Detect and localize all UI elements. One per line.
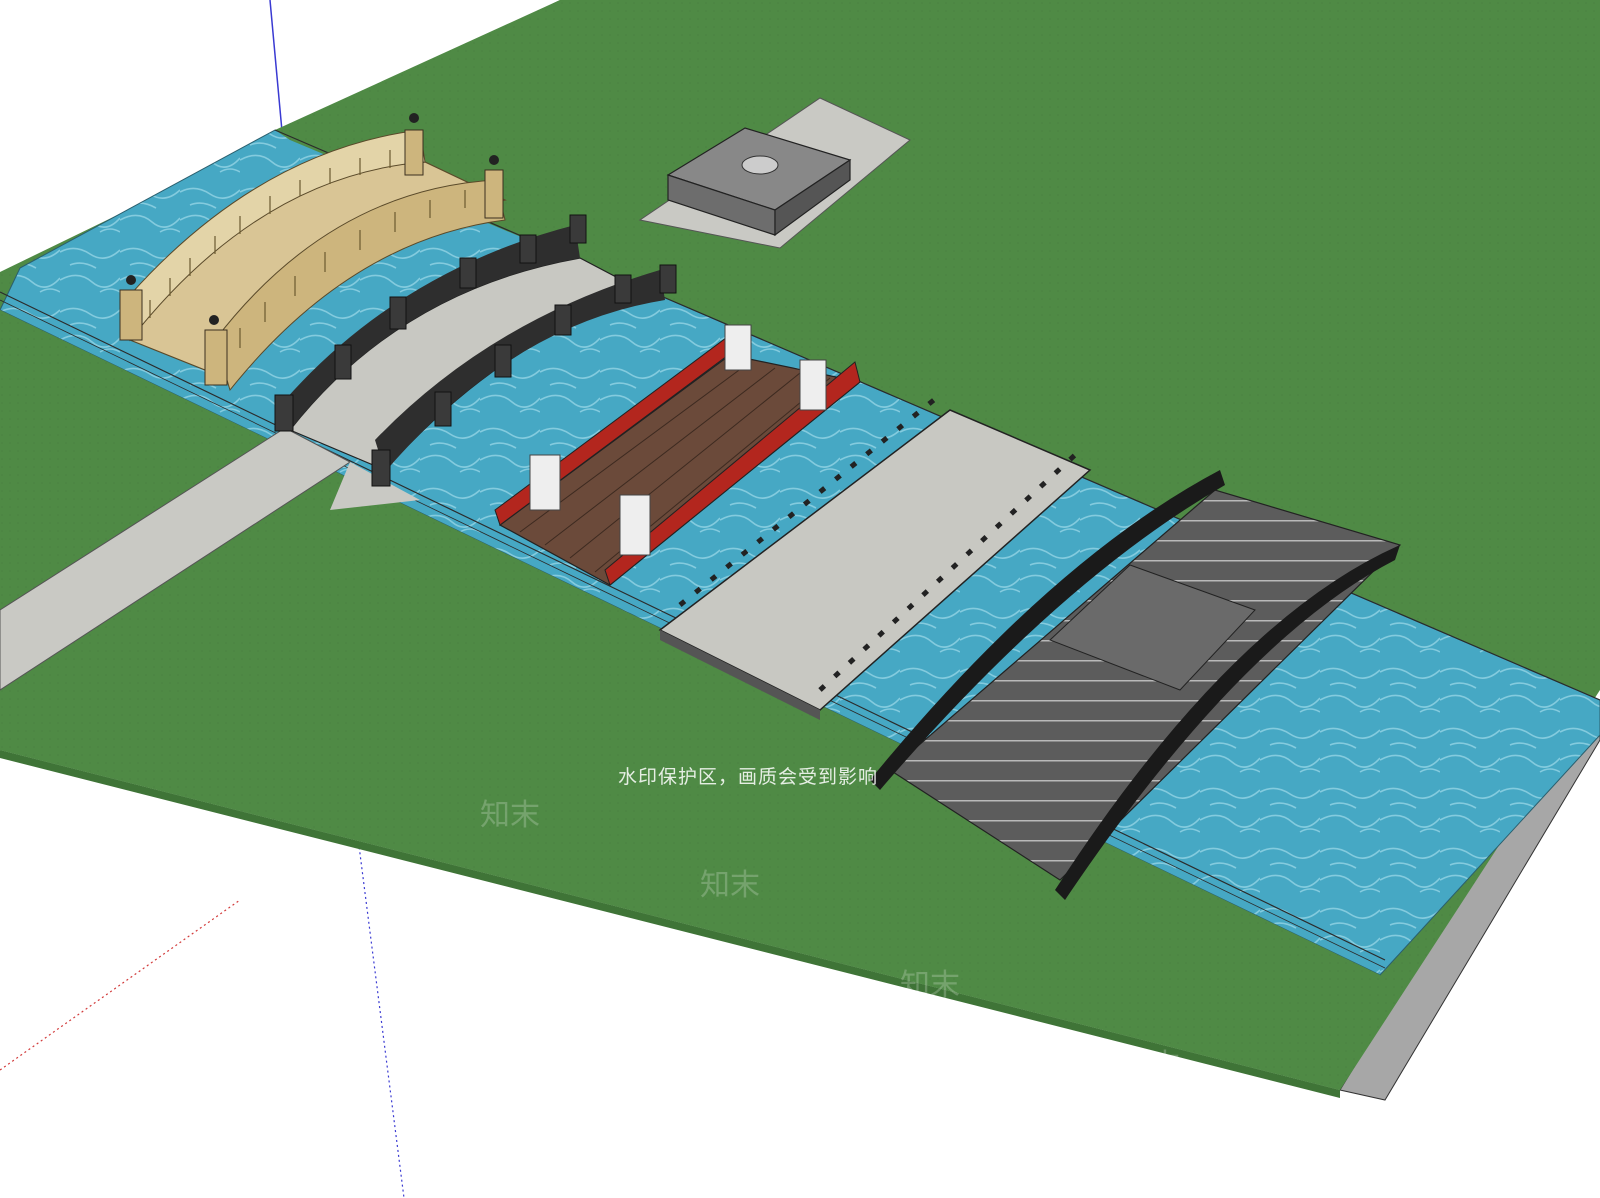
red-axis-dotted <box>0 899 241 1071</box>
watermark-notice: 水印保护区，画质会受到影响 <box>618 766 879 788</box>
sketchup-viewport <box>0 0 1600 1198</box>
